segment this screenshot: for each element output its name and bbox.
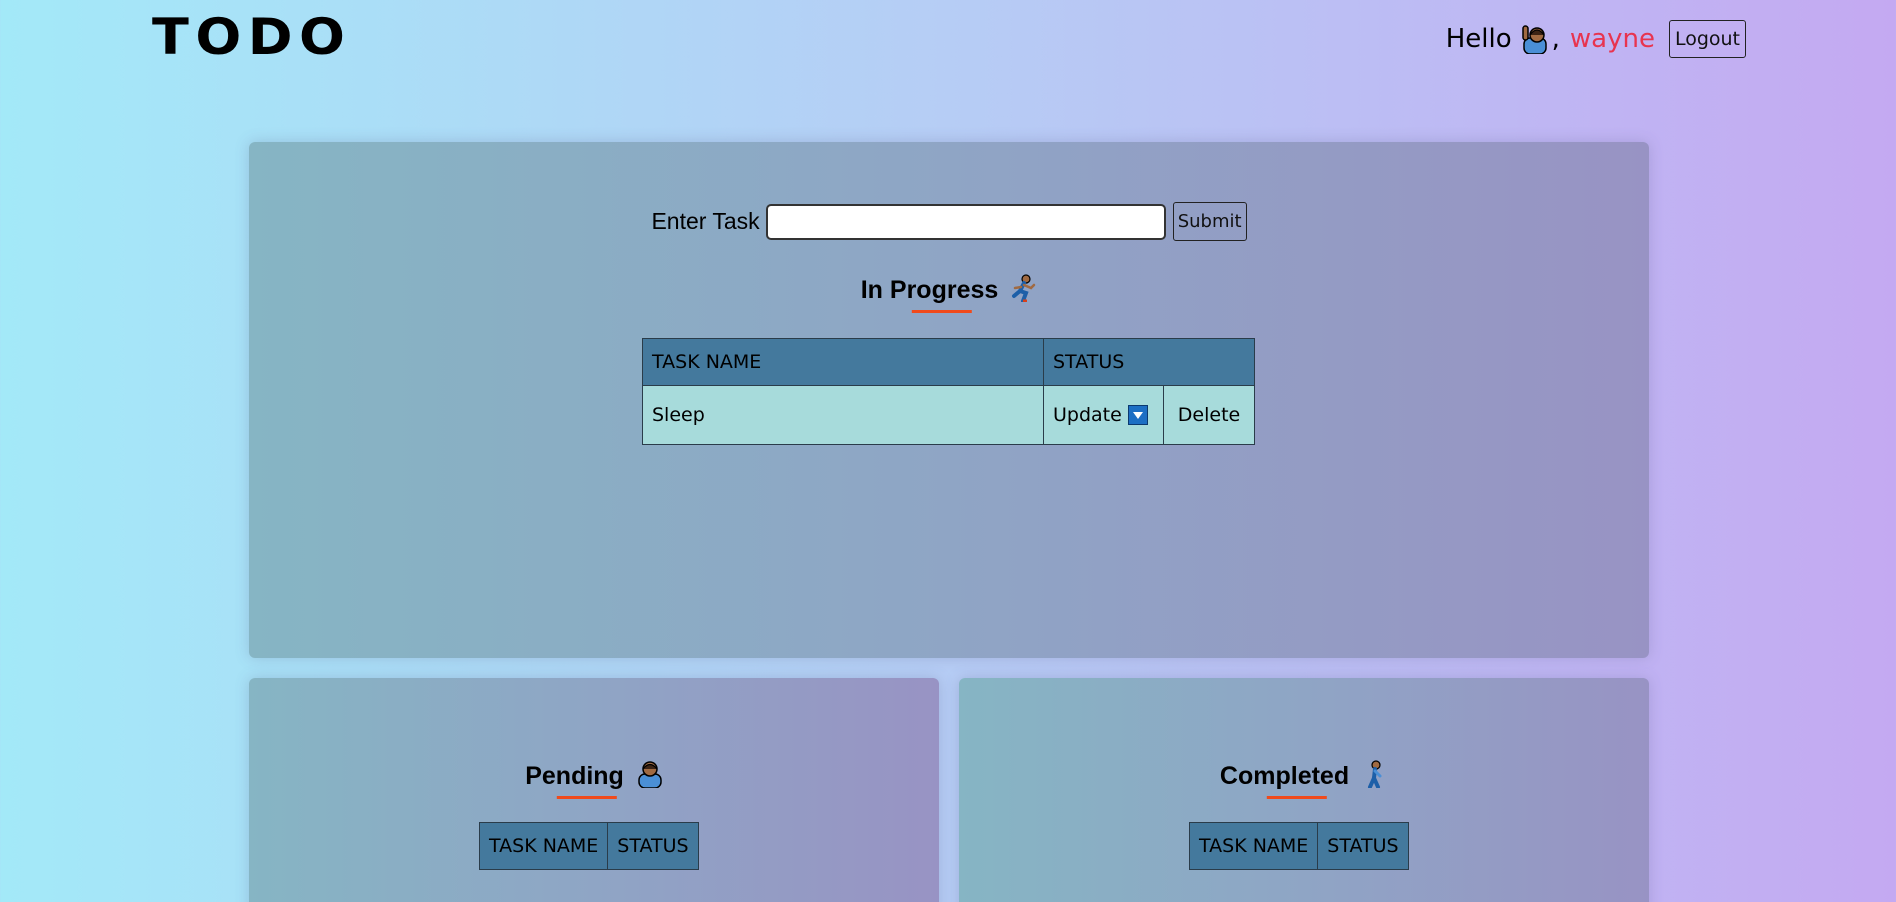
walking-person-icon (1362, 760, 1388, 789)
completed-title: Completed (1219, 762, 1350, 790)
delete-button[interactable]: Delete (1163, 385, 1255, 445)
completed-table: TASK NAME STATUS (1188, 822, 1409, 870)
chevron-down-icon[interactable] (1127, 405, 1148, 425)
task-name-cell: Sleep (642, 385, 1044, 445)
pending-heading: Pending (249, 760, 939, 799)
submit-button[interactable]: Submit (1172, 202, 1247, 241)
in-progress-table: TASK NAME STATUS Sleep Update Delete (642, 338, 1255, 445)
task-form: Enter Task Submit (249, 202, 1649, 241)
running-person-icon (1011, 274, 1037, 303)
title-underline (1266, 796, 1327, 799)
completed-panel: Completed TASK NAME STATUS (959, 678, 1649, 902)
raising-hand-person-icon (1520, 24, 1550, 55)
column-header-status: STATUS (1317, 822, 1409, 870)
completed-heading: Completed (959, 760, 1649, 799)
pending-table: TASK NAME STATUS (478, 822, 699, 870)
table-row: Sleep Update Delete (642, 385, 1255, 445)
in-progress-title: In Progress (860, 276, 999, 304)
task-input-label: Enter Task (651, 208, 760, 234)
column-header-status: STATUS (607, 822, 699, 870)
username: wayne (1569, 24, 1655, 54)
in-progress-heading: In Progress (249, 274, 1649, 313)
app-logo: TODO (152, 8, 352, 66)
pending-title: Pending (525, 762, 624, 790)
greeting-text: Hello (1445, 24, 1512, 54)
main-panel: Enter Task Submit In Progress TASK NAME … (249, 142, 1649, 658)
status-select[interactable]: Update (1043, 385, 1164, 445)
column-header-task-name: TASK NAME (478, 822, 609, 870)
task-input[interactable] (765, 203, 1166, 240)
title-underline (556, 796, 617, 799)
column-header-task-name: TASK NAME (1188, 822, 1319, 870)
title-underline (911, 310, 972, 313)
greeting-comma: , (1551, 24, 1560, 54)
status-select-label: Update (1053, 404, 1122, 426)
column-header-task-name: TASK NAME (642, 338, 1044, 386)
pending-panel: Pending TASK NAME STATUS (249, 678, 939, 902)
user-greeting: Hello , wayne Logout (1446, 20, 1746, 58)
person-icon (637, 760, 663, 789)
column-header-status: STATUS (1043, 338, 1255, 386)
logout-button[interactable]: Logout (1668, 20, 1746, 58)
